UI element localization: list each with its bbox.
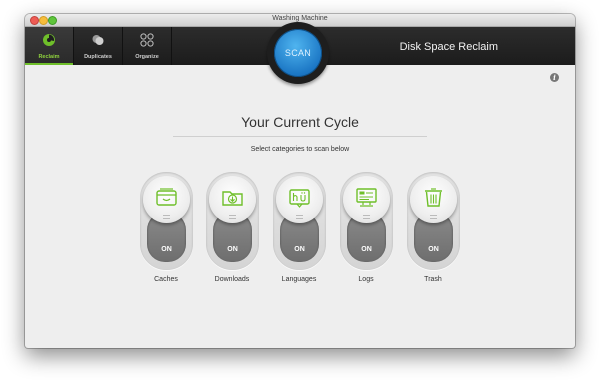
category-toggle-languages[interactable]: ON [271, 172, 328, 272]
knob-grip [363, 215, 370, 219]
category-label-trash: Trash [424, 276, 442, 283]
category-toggle-caches[interactable]: ON [138, 172, 195, 272]
toggle-knob[interactable] [343, 176, 390, 223]
toggle-state-label: ON [428, 246, 439, 253]
scan-button-bezel: SCAN [267, 22, 329, 84]
scan-button[interactable]: SCAN [274, 29, 322, 77]
knob-grip [229, 215, 236, 219]
category-label-logs: Logs [358, 276, 374, 283]
category-label-downloads: Downloads [214, 276, 250, 283]
knob-grip [430, 215, 437, 219]
tab-label: Organize [135, 54, 159, 60]
languages-icon [289, 189, 310, 208]
reclaim-icon [43, 34, 55, 46]
divider [173, 136, 427, 137]
knob-grip [296, 215, 303, 219]
category-toggle-logs[interactable]: ON [338, 172, 395, 272]
window-title: Washing Machine [272, 15, 328, 22]
toggle-knob[interactable] [276, 176, 323, 223]
logs-icon [356, 188, 377, 207]
toggle-state-label: ON [361, 246, 372, 253]
category-label-languages: Languages [281, 276, 317, 283]
duplicates-icon [92, 35, 104, 45]
tab-reclaim[interactable]: Reclaim [25, 27, 74, 65]
tab-organize[interactable]: Organize [123, 27, 172, 65]
scan-label: SCAN [284, 48, 312, 58]
tab-label: Duplicates [84, 54, 112, 60]
toggle-knob[interactable] [410, 176, 457, 223]
toggle-state-label: ON [161, 246, 172, 253]
app-name: Disk Space Reclaim [399, 41, 498, 53]
trash-icon [425, 188, 442, 207]
tab-duplicates[interactable]: Duplicates [74, 27, 123, 65]
caches-icon [156, 188, 177, 206]
toggle-state-label: ON [227, 246, 238, 253]
info-icon[interactable]: i [550, 73, 559, 82]
tab-label: Reclaim [38, 54, 60, 60]
toggle-knob[interactable] [209, 176, 256, 223]
category-label-caches: Caches [154, 276, 178, 283]
toggle-state-label: ON [294, 246, 305, 253]
toggle-knob[interactable] [143, 176, 190, 223]
downloads-icon [222, 191, 243, 206]
page-subtitle: Select categories to scan below [250, 146, 350, 153]
page-title: Your Current Cycle [241, 114, 359, 130]
app-window: Washing Machine Reclaim Duplicates Organ… [25, 14, 575, 348]
category-toggle-downloads[interactable]: ON [204, 172, 261, 272]
knob-grip [163, 215, 170, 219]
category-toggle-trash[interactable]: ON [405, 172, 462, 272]
organize-icon [140, 33, 154, 47]
